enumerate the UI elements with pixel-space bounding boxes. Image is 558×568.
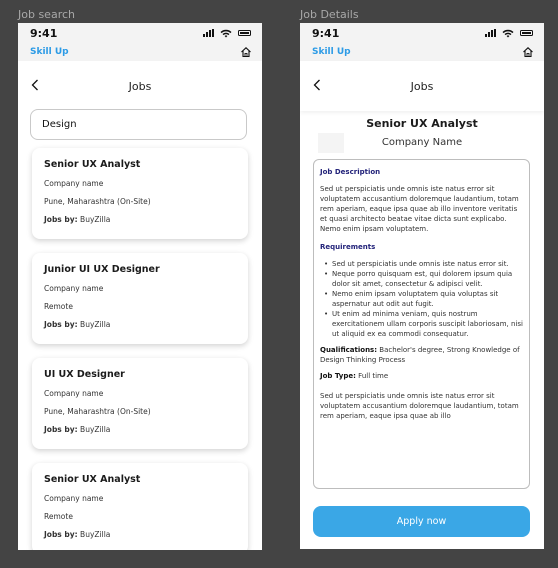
- job-company: Company name: [44, 284, 104, 293]
- jobs-by-label: Jobs by:: [44, 425, 78, 434]
- job-title: Junior UI UX Designer: [44, 264, 160, 275]
- jobs-by-value: BuyZilla: [80, 425, 111, 434]
- job-description-text: Sed ut perspiciatis unde omnis iste natu…: [320, 185, 519, 233]
- frame-label-job-details: Job Details: [300, 8, 359, 21]
- job-location: Remote: [44, 302, 73, 311]
- job-list: Senior UX Analyst Company name Pune, Mah…: [18, 148, 262, 550]
- job-title: UI UX Designer: [44, 369, 125, 380]
- job-card[interactable]: UI UX Designer Company name Pune, Mahara…: [32, 358, 248, 449]
- jobs-by-label: Jobs by:: [44, 215, 78, 224]
- jobs-by-value: BuyZilla: [80, 215, 111, 224]
- job-posted-by: Jobs by: BuyZilla: [44, 320, 236, 329]
- status-icons: [485, 29, 533, 38]
- job-posted-by: Jobs by: BuyZilla: [44, 215, 236, 224]
- job-type-label: Job Type:: [320, 372, 356, 380]
- requirement-item: Nemo enim ipsam voluptatem quia voluptas…: [324, 289, 523, 309]
- job-location: Pune, Maharashtra (On-Site): [44, 407, 151, 416]
- jobs-by-label: Jobs by:: [44, 530, 78, 539]
- signal-icon: [203, 29, 214, 37]
- status-time: 9:41: [30, 26, 58, 40]
- job-location: Remote: [44, 512, 73, 521]
- status-bar: 9:41: [18, 23, 262, 43]
- status-icons: [203, 29, 251, 38]
- job-card[interactable]: Junior UI UX Designer Company name Remot…: [32, 253, 248, 344]
- wifi-icon: [220, 29, 232, 37]
- job-type: Job Type: Full time: [320, 371, 523, 381]
- search-input[interactable]: [30, 109, 247, 140]
- detail-job-title: Senior UX Analyst: [366, 117, 478, 130]
- status-bar: 9:41: [300, 23, 544, 43]
- job-location: Pune, Maharashtra (On-Site): [44, 197, 151, 206]
- jobs-by-label: Jobs by:: [44, 320, 78, 329]
- requirements-list: Sed ut perspiciatis unde omnis iste natu…: [320, 259, 523, 339]
- back-arrow-icon[interactable]: [310, 78, 324, 92]
- extra-description-text: Sed ut perspiciatis unde omnis iste natu…: [320, 392, 519, 420]
- job-description-panel[interactable]: Job Description Sed ut perspiciatis unde…: [313, 159, 530, 489]
- requirement-item: Sed ut perspiciatis unde omnis iste natu…: [324, 259, 523, 269]
- brand-name: Skill Up: [312, 47, 351, 57]
- wifi-icon: [502, 29, 514, 37]
- job-card[interactable]: Senior UX Analyst Company name Pune, Mah…: [32, 148, 248, 239]
- job-title: Senior UX Analyst: [44, 159, 141, 170]
- job-search-screen: 9:41 Skill Up Jobs Senior UX Analyst Com…: [18, 23, 262, 550]
- signal-icon: [485, 29, 496, 37]
- requirement-item: Neque porro quisquam est, qui dolorem ip…: [324, 269, 523, 289]
- job-type-value: Full time: [358, 372, 389, 380]
- job-details-screen: 9:41 Skill Up Jobs Senior UX Analyst Com…: [300, 23, 544, 549]
- apply-now-button[interactable]: Apply now: [313, 506, 530, 537]
- job-card[interactable]: Senior UX Analyst Company name Remote Jo…: [32, 463, 248, 550]
- home-icon[interactable]: [522, 46, 534, 58]
- job-description-heading: Job Description: [320, 168, 381, 176]
- requirement-item: Ut enim ad minima veniam, quis nostrum e…: [324, 309, 523, 339]
- job-title: Senior UX Analyst: [44, 474, 141, 485]
- requirements-heading: Requirements: [320, 243, 376, 251]
- job-company: Company name: [44, 179, 104, 188]
- job-company: Company name: [44, 389, 104, 398]
- job-posted-by: Jobs by: BuyZilla: [44, 530, 236, 539]
- app-bar: Skill Up: [18, 43, 262, 61]
- battery-icon: [238, 30, 251, 36]
- app-bar: Skill Up: [300, 43, 544, 61]
- back-arrow-icon[interactable]: [28, 78, 42, 92]
- job-company: Company name: [44, 494, 104, 503]
- brand-name: Skill Up: [30, 47, 69, 57]
- jobs-by-value: BuyZilla: [80, 530, 111, 539]
- home-icon[interactable]: [240, 46, 252, 58]
- jobs-header: Jobs: [18, 61, 262, 111]
- status-time: 9:41: [312, 26, 340, 40]
- qualifications-label: Qualifications:: [320, 346, 378, 354]
- jobs-header: Jobs: [300, 61, 544, 111]
- battery-icon: [520, 30, 533, 36]
- jobs-by-value: BuyZilla: [80, 320, 111, 329]
- page-title: Jobs: [410, 79, 434, 93]
- job-posted-by: Jobs by: BuyZilla: [44, 425, 236, 434]
- qualifications: Qualifications: Bachelor's degree, Stron…: [320, 345, 523, 365]
- frame-label-job-search: Job search: [18, 8, 75, 21]
- page-title: Jobs: [128, 79, 152, 93]
- detail-company-name: Company Name: [381, 137, 463, 148]
